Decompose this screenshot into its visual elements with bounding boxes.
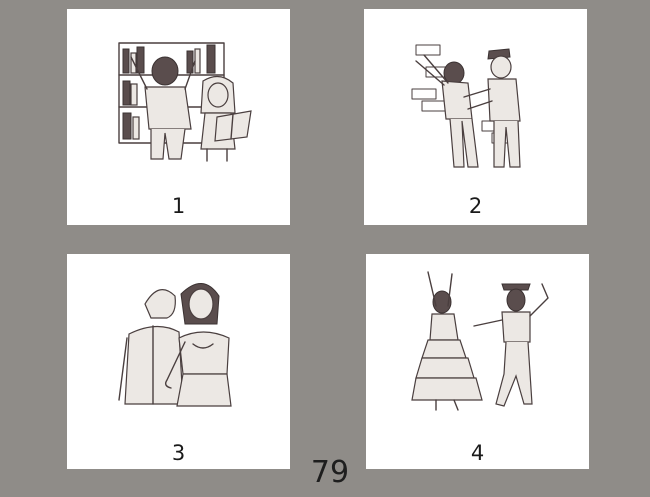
couple-dancing-icon [411, 271, 549, 411]
picture-card-2: 2 [364, 9, 587, 225]
card-number: 1 [171, 194, 186, 218]
police-frisk-at-wall-icon [411, 44, 521, 168]
card-number: 3 [171, 441, 186, 465]
picture-card-1: 1 [67, 9, 290, 225]
picture-card-4: 4 [366, 254, 589, 469]
card-number: 2 [468, 194, 483, 218]
picture-card-3: 3 [67, 254, 290, 469]
card-number: 4 [470, 441, 485, 465]
page-number: 79 [310, 455, 350, 490]
couple-arm-in-arm-icon [118, 283, 232, 407]
children-at-bookshelf-icon [118, 42, 252, 162]
